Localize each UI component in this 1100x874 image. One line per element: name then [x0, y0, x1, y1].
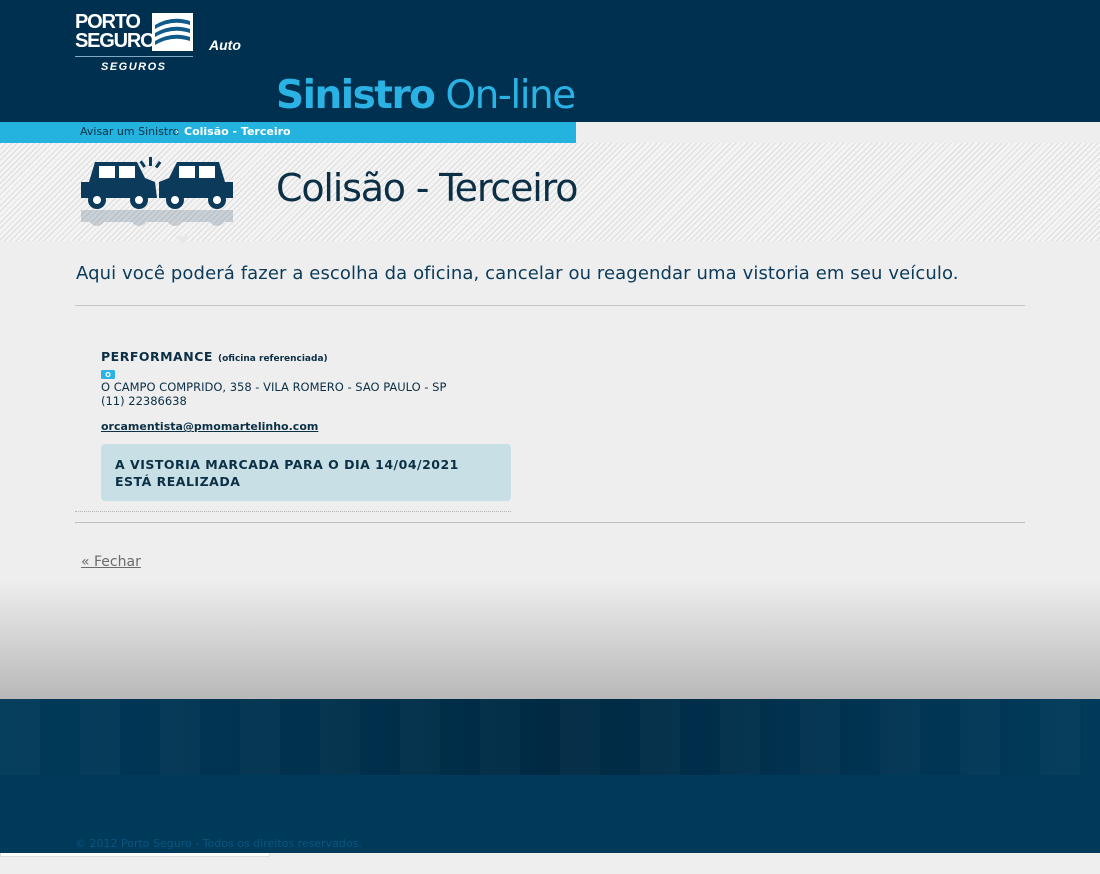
porto-seguro-logo[interactable]: PORTO SEGURO SEGUROS Auto — [75, 12, 245, 76]
inspection-status-box: A VISTORIA MARCADA PARA O DIA 14/04/2021… — [101, 444, 511, 501]
workshop-tag: (oficina referenciada) — [218, 354, 328, 364]
close-link[interactable]: « Fechar — [81, 553, 141, 571]
logo-wave-icon — [152, 13, 193, 51]
workshop-email-link[interactable]: orcamentista@pmomartelinho.com — [101, 420, 318, 434]
page-title: Colisão - Terceiro — [276, 166, 578, 210]
breadcrumb-separator: › — [175, 125, 180, 138]
breadcrumb: Avisar um Sinistro › Colisão - Terceiro — [0, 122, 576, 143]
intro-text: Aqui você poderá fazer a escolha da ofic… — [76, 263, 959, 284]
workshop-divider — [75, 511, 511, 512]
logo-line-1: PORTO — [75, 11, 141, 33]
camera-icon[interactable] — [101, 364, 115, 379]
logo-product: Auto — [209, 37, 241, 53]
footer-widget — [0, 853, 270, 857]
car-collision-icon — [79, 152, 235, 244]
divider — [75, 305, 1025, 306]
workshop-name: PERFORMANCE — [101, 349, 213, 364]
logo-line-2: SEGURO — [75, 30, 156, 52]
copyright-text: © 2012 Porto Seguro - Todos os direitos … — [75, 837, 362, 850]
footer-band — [0, 699, 1100, 775]
workshop-address: O CAMPO COMPRIDO, 358 - VILA ROMERO - SA… — [101, 380, 447, 394]
workshop-heading: PERFORMANCE (oficina referenciada) — [101, 346, 328, 365]
app-title: Sinistro On-line — [276, 72, 576, 120]
content-fade — [0, 580, 1100, 699]
logo-divider — [75, 56, 193, 57]
logo-subtitle: SEGUROS — [101, 61, 167, 73]
breadcrumb-item-avisar-sinistro[interactable]: Avisar um Sinistro — [80, 125, 179, 139]
breadcrumb-item-current: Colisão - Terceiro — [184, 125, 291, 138]
app-title-light: On-line — [445, 73, 576, 118]
breadcrumb-spacer — [576, 122, 1100, 143]
workshop-phone: (11) 22386638 — [101, 394, 187, 408]
inspection-status-text: A VISTORIA MARCADA PARA O DIA 14/04/2021… — [115, 457, 459, 489]
site-header: PORTO SEGURO SEGUROS Auto Sinistro On-li… — [0, 0, 1100, 122]
app-title-bold: Sinistro — [276, 73, 436, 118]
divider — [75, 522, 1025, 523]
